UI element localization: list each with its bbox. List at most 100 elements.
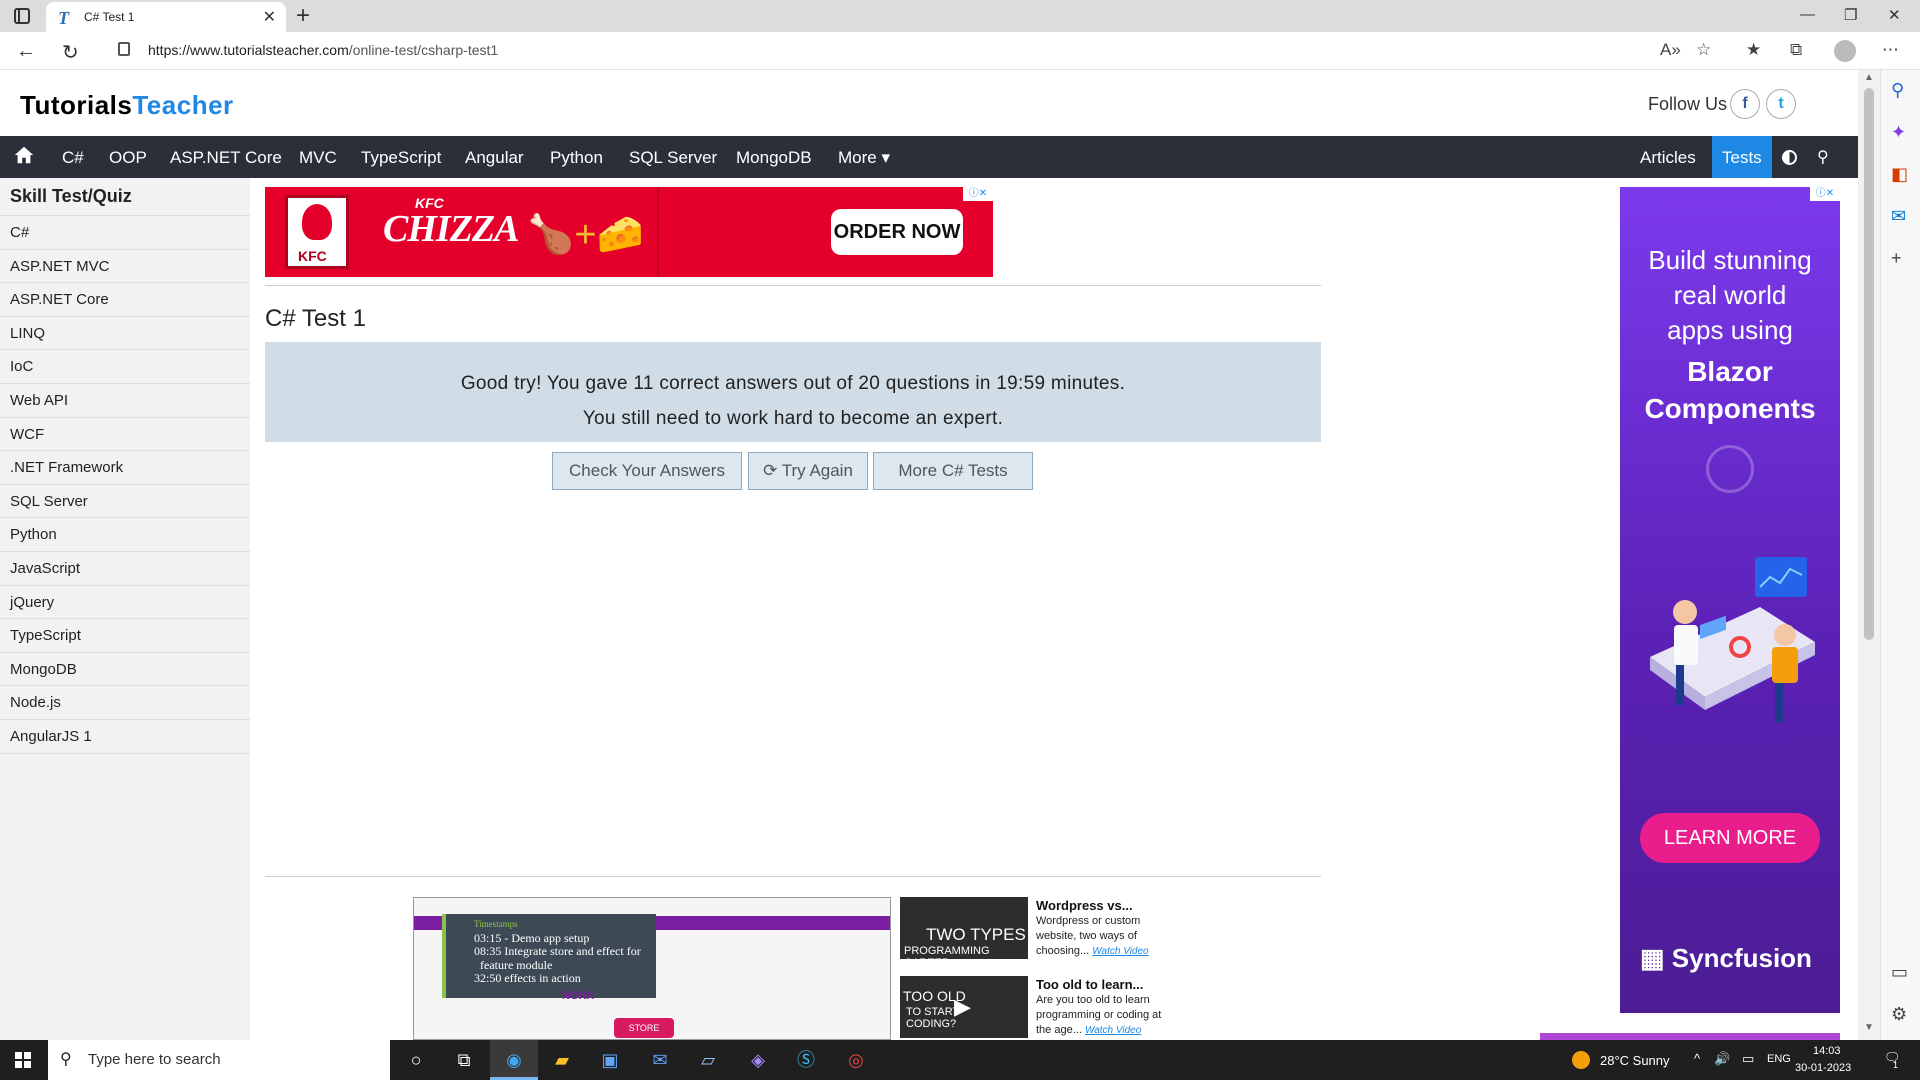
chrome-icon[interactable]: ◎ [844,1048,868,1072]
skype-icon[interactable]: Ⓢ [794,1048,818,1072]
add-favorite-icon[interactable]: ☆ [1696,40,1711,60]
watch-video-link[interactable]: Watch Video [1085,1025,1141,1036]
sidebar-item-angularjs[interactable]: AngularJS 1 [0,720,250,754]
scroll-down-icon[interactable]: ▼ [1864,1022,1874,1033]
mail-icon[interactable]: ✉ [648,1048,672,1072]
outlook-icon[interactable]: ✉ [1891,206,1906,227]
ad-close-icon[interactable]: ⓘ✕ [963,187,993,201]
clock-date[interactable]: 30-01-2023 [1795,1062,1851,1074]
video-thumbnail[interactable]: TOO OLD TO START CODING? ▶ [900,976,1028,1038]
nav-item-articles[interactable]: Articles [1640,148,1696,168]
nav-item-oop[interactable]: OOP [109,148,147,168]
sidebar-item-jquery[interactable]: jQuery [0,586,250,620]
search-icon[interactable]: ⚲ [1817,147,1829,167]
discover-icon[interactable]: ✦ [1891,122,1906,143]
sidebar-item-typescript[interactable]: TypeScript [0,619,250,653]
office-icon[interactable]: ◧ [1891,164,1908,185]
sidebar-item-linq[interactable]: LINQ [0,317,250,351]
video-thumbnail[interactable]: TWO TYPES PROGRAMMING CAREER [900,897,1028,969]
minimize-icon[interactable]: — [1800,6,1815,23]
refresh-icon[interactable]: ↻ [62,40,79,65]
try-again-button[interactable]: ⟳ Try Again [748,452,868,490]
notepad-icon[interactable]: ▱ [696,1048,720,1072]
back-icon[interactable]: ← [16,40,36,63]
lock-icon[interactable] [118,42,130,56]
ad-close-icon[interactable]: ⓘ✕ [1810,187,1840,201]
home-icon[interactable] [13,144,35,166]
clock-time[interactable]: 14:03 [1813,1045,1841,1057]
sidebar-item-aspnet-core[interactable]: ASP.NET Core [0,283,250,317]
sidebar-item-web-api[interactable]: Web API [0,384,250,418]
search-sidebar-icon[interactable]: ⚲ [1891,80,1904,101]
scroll-up-icon[interactable]: ▲ [1864,72,1874,83]
nav-item-typescript[interactable]: TypeScript [361,148,441,168]
sidebar-item-dotnet-framework[interactable]: .NET Framework [0,451,250,485]
sidebar-item-aspnet-mvc[interactable]: ASP.NET MVC [0,250,250,284]
taskbar-search-input[interactable]: ⚲ Type here to search [48,1040,390,1080]
close-window-icon[interactable]: ✕ [1888,6,1901,24]
settings-more-icon[interactable]: ⋯ [1882,40,1899,60]
video-title[interactable]: Too old to learn... [1036,977,1143,992]
more-tests-button[interactable]: More C# Tests [873,452,1033,490]
learn-more-button[interactable]: LEARN MORE [1640,813,1820,863]
new-tab-icon[interactable]: + [296,2,310,30]
volume-icon[interactable]: 🔊 [1714,1051,1730,1067]
kfc-ad-banner[interactable]: KFC KFC CHIZZA 🍗+🧀 ORDER NOW ⓘ✕ [265,187,993,277]
nav-item-mvc[interactable]: MVC [299,148,337,168]
tray-chevron-icon[interactable]: ^ [1694,1051,1700,1066]
restore-icon[interactable]: ❐ [1844,6,1857,24]
page-scrollbar[interactable]: ▲ ▼ [1858,70,1880,1040]
nav-item-more[interactable]: More ▾ [838,148,890,168]
weather-text[interactable]: 28°C Sunny [1600,1053,1670,1068]
sidebar-item-sql-server[interactable]: SQL Server [0,485,250,519]
sidebar-item-mongodb[interactable]: MongoDB [0,653,250,687]
collections-icon[interactable]: ⧉ [1790,40,1802,60]
check-answers-button[interactable]: Check Your Answers [552,452,742,490]
ad-order-button[interactable]: ORDER NOW [831,209,963,255]
site-header: TutorialsTeacher Follow Us f t [0,70,1858,136]
video-player[interactable]: Timestamps 03:15 - Demo app setup 08:35 … [413,897,891,1040]
url-field[interactable]: https://www.tutorialsteacher.com/online-… [148,42,498,58]
scroll-thumb[interactable] [1864,88,1874,640]
sidebar-toggle-icon[interactable]: ▭ [1891,962,1908,983]
sidebar-item-python[interactable]: Python [0,518,250,552]
nav-item-angular[interactable]: Angular [465,148,524,168]
sidebar-item-javascript[interactable]: JavaScript [0,552,250,586]
sidebar-item-nodejs[interactable]: Node.js [0,686,250,720]
sidebar-item-ioc[interactable]: IoC [0,350,250,384]
page-title: C# Test 1 [265,305,366,332]
visual-studio-icon[interactable]: ◈ [746,1048,770,1072]
nav-item-aspnet-core[interactable]: ASP.NET Core [170,148,282,168]
play-icon[interactable]: ▶ [954,994,971,1020]
store-icon[interactable]: ▣ [598,1048,622,1072]
watch-video-link[interactable]: Watch Video [1092,946,1148,957]
sidebar-item-wcf[interactable]: WCF [0,418,250,452]
edge-icon[interactable]: ◉ [502,1048,526,1072]
weather-icon[interactable] [1572,1051,1590,1069]
nav-item-mongodb[interactable]: MongoDB [736,148,812,168]
syncfusion-ad[interactable]: ⓘ✕ Build stunning real world apps using … [1620,187,1840,1013]
nav-item-csharp[interactable]: C# [62,148,84,168]
network-icon[interactable]: ▭ [1742,1051,1754,1067]
sidebar-settings-icon[interactable]: ⚙ [1891,1004,1907,1025]
video-title[interactable]: Wordpress vs... [1036,898,1133,913]
windows-start-icon[interactable] [15,1052,31,1068]
facebook-icon[interactable]: f [1730,89,1760,119]
twitter-icon[interactable]: t [1766,89,1796,119]
task-view-icon[interactable]: ⧉ [452,1048,476,1072]
nav-item-sql-server[interactable]: SQL Server [629,148,717,168]
favorites-icon[interactable]: ★ [1746,40,1761,60]
read-aloud-icon[interactable]: A» [1660,40,1681,60]
sidebar-item-csharp[interactable]: C# [0,216,250,250]
browser-tab[interactable]: T C# Test 1 ✕ [46,2,286,32]
language-indicator[interactable]: ENG [1767,1053,1791,1065]
contrast-toggle-icon[interactable] [1782,150,1797,165]
nav-item-python[interactable]: Python [550,148,603,168]
tab-close-icon[interactable]: ✕ [263,7,276,27]
cortana-icon[interactable]: ○ [404,1048,428,1072]
profile-avatar[interactable] [1834,40,1856,62]
file-explorer-icon[interactable]: ▰ [550,1048,574,1072]
add-sidebar-icon[interactable]: + [1891,248,1902,269]
tab-actions-icon[interactable] [14,8,30,24]
site-logo[interactable]: TutorialsTeacher [20,90,234,121]
